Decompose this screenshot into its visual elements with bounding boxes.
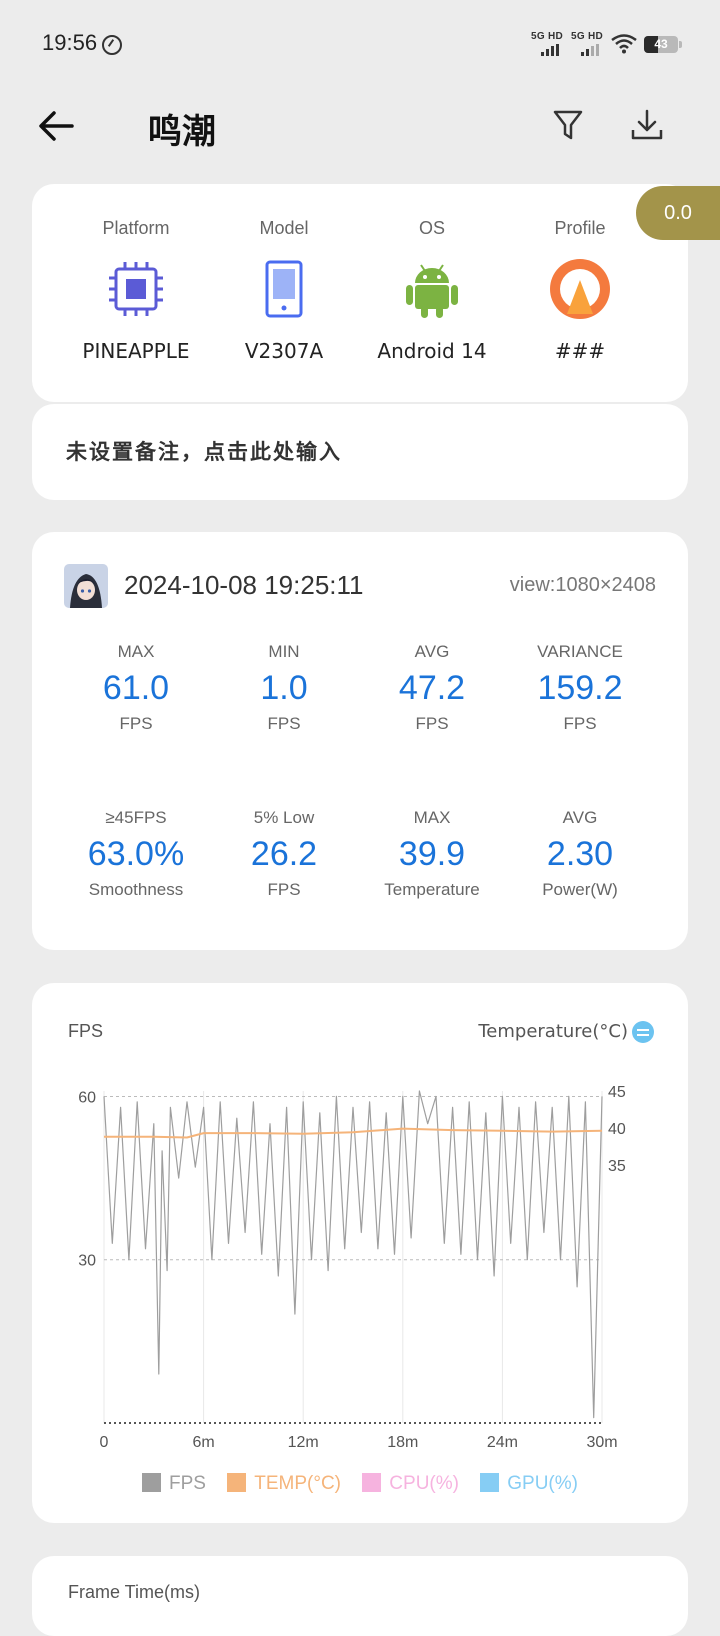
metric-max-fps: MAX 61.0 FPS (61, 641, 211, 735)
performance-gauge-icon (102, 35, 122, 55)
platform-value: PINEAPPLE (82, 339, 190, 363)
view-resolution: view:1080×2408 (509, 574, 656, 596)
legend-item-fps[interactable]: FPS (142, 1473, 206, 1495)
note-card[interactable]: 未设置备注，点击此处输入 (32, 404, 688, 500)
battery-icon: 43 (644, 36, 678, 53)
note-input[interactable]: 未设置备注，点击此处输入 (66, 436, 342, 466)
legend-swatch (480, 1473, 500, 1492)
metric-smoothness: ≥45FPS 63.0% Smoothness (61, 807, 211, 901)
metric-5pct-low: 5% Low 26.2 FPS (209, 807, 359, 901)
frame-time-card: Frame Time(ms) (32, 1556, 688, 1636)
legend-label: FPS (169, 1473, 206, 1494)
status-bar: 19:56 5G HD 5G HD 43 (0, 0, 720, 90)
legend-label: TEMP(°C) (254, 1473, 342, 1494)
temperature-series-line (104, 1127, 603, 1139)
metric-value: 2.30 (546, 835, 614, 873)
chart-legend: FPS TEMP(°C) CPU(%) GPU(%) (32, 1473, 688, 1495)
legend-item-cpu[interactable]: CPU(%) (362, 1473, 459, 1495)
device-info-card: Platform PINEAPPLE Model V2307A OS Andro… (32, 184, 688, 402)
y-right-tick-label: 35 (608, 1158, 626, 1175)
status-time: 19:56 (42, 30, 98, 55)
legend-swatch (362, 1473, 382, 1492)
metric-unit: Smoothness (88, 880, 184, 899)
metric-value: 26.2 (250, 835, 318, 873)
arrow-left-icon[interactable] (36, 106, 76, 146)
metric-min-fps: MIN 1.0 FPS (209, 641, 359, 735)
fps-chart-card: FPS Temperature(°C) 0 6m 12m 18m 24m 30m 60 30 4… (32, 983, 688, 1523)
y-right-tick-label: 40 (608, 1121, 626, 1138)
metric-label: MIN (268, 642, 300, 661)
model-value: V2307A (244, 339, 324, 363)
metric-unit: FPS (267, 714, 301, 733)
legend-item-gpu[interactable]: GPU(%) (480, 1473, 578, 1495)
filter-icon[interactable] (552, 108, 584, 142)
legend-label: CPU(%) (389, 1473, 459, 1494)
legend-swatch (142, 1473, 162, 1492)
metric-label: AVG (562, 808, 598, 827)
model-label: Model (259, 218, 309, 238)
metric-avg-fps: AVG 47.2 FPS (357, 641, 507, 735)
metric-value: 61.0 (102, 669, 170, 707)
legend-swatch (227, 1473, 247, 1492)
metric-label: AVG (414, 642, 450, 661)
x-tick-label: 0 (100, 1434, 109, 1451)
platform-label: Platform (102, 218, 170, 238)
legend-item-temp[interactable]: TEMP(°C) (227, 1473, 341, 1495)
wifi-icon (611, 34, 637, 54)
legend-label: GPU(%) (507, 1473, 578, 1494)
x-tick-label: 30m (586, 1434, 617, 1451)
metric-value: 159.2 (537, 669, 623, 707)
page-title: 鸣潮 (148, 112, 216, 152)
y-left-tick-label: 30 (78, 1253, 96, 1270)
metric-unit: Power(W) (542, 880, 618, 899)
metric-max-temperature: MAX 39.9 Temperature (357, 807, 507, 901)
session-summary-card: 2024-10-08 19:25:11 view:1080×2408 MAX 6… (32, 532, 688, 950)
profile-value: ### (554, 339, 606, 363)
network-label-2: 5G HD (571, 31, 604, 42)
metric-avg-power: AVG 2.30 Power(W) (505, 807, 655, 901)
x-tick-label: 24m (487, 1434, 518, 1451)
metric-label: VARIANCE (537, 642, 623, 661)
network-label-1: 5G HD (531, 31, 564, 42)
metric-unit: FPS (267, 880, 301, 899)
metric-value: 39.9 (398, 835, 466, 873)
os-value: Android 14 (377, 339, 487, 363)
download-icon[interactable] (630, 108, 664, 142)
metric-value: 63.0% (87, 835, 185, 873)
profile-gauge-icon (550, 259, 610, 319)
y-left-tick-label: 60 (78, 1089, 96, 1106)
metric-label: MAX (117, 642, 155, 661)
fps-series-line (103, 1090, 603, 1419)
y-right-tick-label: 45 (608, 1084, 626, 1101)
fps-temperature-chart: 0 6m 12m 18m 24m 30m 60 30 45 40 35 (78, 1084, 626, 1451)
session-datetime: 2024-10-08 19:25:11 (124, 570, 364, 600)
battery-level: 43 (654, 37, 668, 51)
game-avatar (64, 564, 108, 608)
metric-label: ≥45FPS (105, 808, 167, 827)
metric-unit: FPS (119, 714, 153, 733)
phone-icon (265, 260, 303, 318)
metric-variance: VARIANCE 159.2 FPS (505, 641, 655, 735)
chip-icon (109, 262, 163, 316)
x-tick-label: 18m (387, 1434, 418, 1451)
x-tick-label: 12m (288, 1434, 319, 1451)
metric-value: 47.2 (398, 669, 466, 707)
profile-label: Profile (554, 218, 606, 238)
os-label: OS (418, 218, 445, 238)
metric-unit: FPS (563, 714, 597, 733)
android-icon (406, 264, 458, 318)
metric-unit: Temperature (384, 880, 480, 899)
metric-label: MAX (413, 808, 451, 827)
metric-unit: FPS (415, 714, 449, 733)
metric-value: 1.0 (260, 669, 308, 707)
score-badge[interactable]: 0.0 (636, 186, 720, 240)
x-tick-label: 6m (192, 1434, 214, 1451)
metric-label: 5% Low (253, 808, 315, 827)
